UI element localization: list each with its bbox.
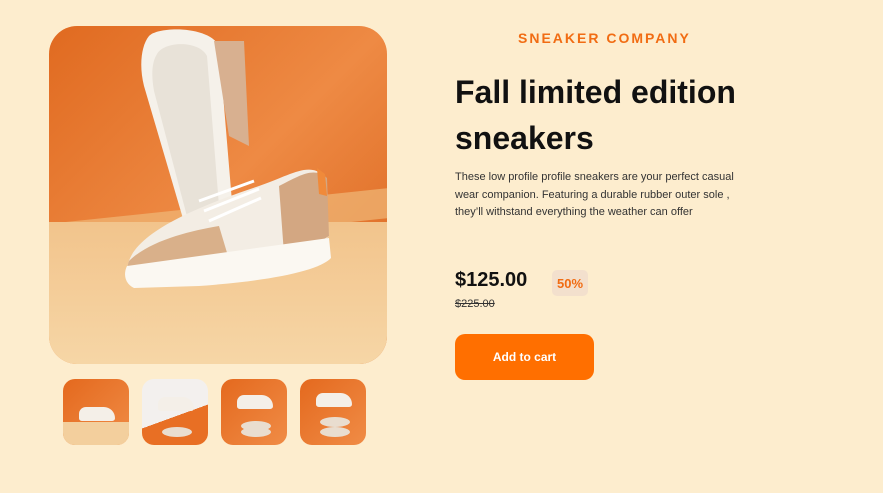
thumbnail-shoe (237, 395, 273, 409)
product-title: Fall limited edition sneakers (455, 74, 736, 156)
thumbnail-1[interactable] (63, 379, 129, 445)
thumbnail-stone (162, 427, 192, 437)
thumbnail-stone (241, 427, 271, 437)
thumbnail-shoe (316, 393, 352, 407)
thumbnail-2[interactable] (142, 379, 208, 445)
thumbnail-list (63, 379, 366, 445)
thumbnail-shoe (79, 407, 115, 421)
thumbnail-4[interactable] (300, 379, 366, 445)
current-price: $125.00 (455, 269, 528, 291)
add-to-cart-button[interactable]: Add to cart (455, 334, 594, 380)
sneaker-illustration (125, 29, 331, 288)
main-product-image (49, 26, 387, 364)
thumbnail-floor (63, 421, 129, 445)
thumbnail-shoe (158, 397, 194, 411)
discount-badge: 50% (552, 270, 588, 296)
thumbnail-stone (320, 417, 350, 427)
original-price: $225.00 (455, 298, 495, 310)
company-name: SNEAKER COMPANY (518, 30, 691, 46)
product-description: These low profile profile sneakers are y… (455, 171, 734, 218)
thumbnail-3[interactable] (221, 379, 287, 445)
thumbnail-stone (320, 427, 350, 437)
